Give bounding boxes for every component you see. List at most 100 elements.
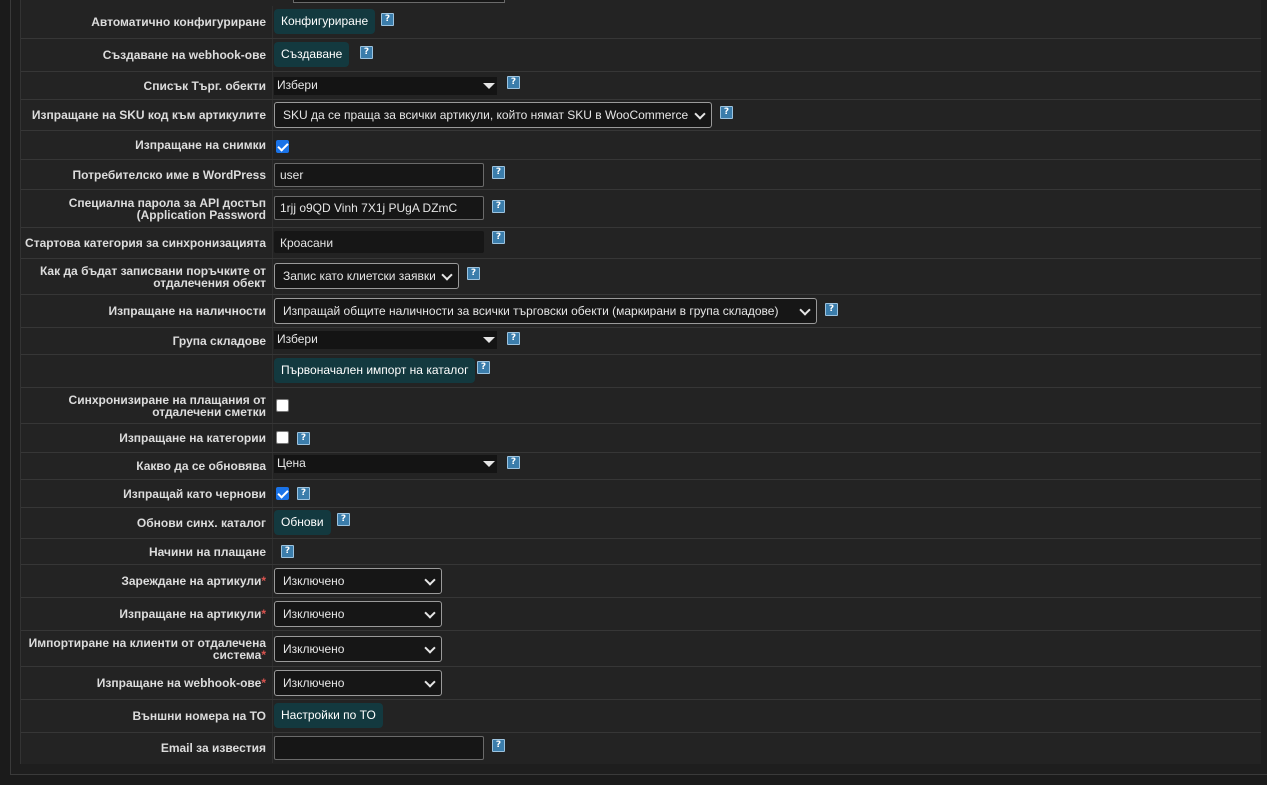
order-record-select[interactable]: Запис като клиетски заявки [274, 263, 459, 289]
chevron-down-icon [424, 642, 436, 654]
send-stock-label: Изпращане на наличности [108, 304, 266, 318]
order-record-label-line2: отдалечения обект [153, 275, 266, 290]
help-icon[interactable]: ? [337, 513, 350, 526]
wp-user-input[interactable]: user [274, 163, 484, 187]
configure-button[interactable]: Конфигуриране [274, 9, 376, 34]
sync-payments-label: Синхронизиране на плащания от отдалечени… [21, 388, 266, 423]
refresh-button[interactable]: Обнови [274, 510, 331, 535]
import-clients-value: Изключено [283, 642, 345, 656]
wp-user-label: Потребителско име в WordPress [72, 167, 266, 182]
import-clients-select[interactable]: Изключено [274, 636, 442, 662]
what-update-select[interactable]: Цена [274, 455, 497, 473]
row-what-update: Какво да се обновява Цена ? [21, 453, 1261, 480]
store-list-select[interactable]: Избери [274, 77, 497, 95]
load-items-label: Зареждане на артикули * [21, 565, 266, 597]
help-icon[interactable]: ? [297, 487, 310, 500]
api-password-label-line1: Специална парола за API достъп [68, 195, 266, 210]
warehouse-group-value: Избери [277, 332, 318, 346]
row-sync-payments: Синхронизиране на плащания от отдалечени… [21, 388, 1261, 424]
row-send-stock: Изпращане на наличности Изпращай общите … [21, 295, 1261, 328]
help-icon[interactable]: ? [281, 545, 294, 558]
start-category-field[interactable]: Кроасани [274, 231, 484, 253]
initial-import-button[interactable]: Първоначален импорт на каталог [274, 358, 476, 383]
row-send-sku: Изпращане на SKU код към артикулите SKU … [21, 100, 1261, 131]
api-password-label: Специална парола за API достъп (Applicat… [21, 190, 266, 227]
dropdown-arrow-icon [483, 83, 495, 89]
help-icon[interactable]: ? [297, 432, 310, 445]
order-record-label-line1: Как да бъдат записвани поръчките от [39, 263, 266, 278]
send-sku-value: SKU да се праща за всички артикули, койт… [283, 108, 689, 122]
load-items-value: Изключено [283, 574, 345, 588]
send-items-label-text: Изпращане на артикули [119, 607, 262, 621]
row-load-items: Зареждане на артикули * Изключено [21, 565, 1261, 598]
help-icon[interactable]: ? [825, 303, 838, 316]
send-webhooks-label-text: Изпращане на webhook-ове [96, 676, 262, 690]
help-icon[interactable]: ? [507, 76, 520, 89]
warehouse-group-select[interactable]: Избери [274, 331, 497, 349]
send-items-label: Изпращане на артикули * [21, 598, 266, 630]
order-record-label: Как да бъдат записвани поръчките от отда… [21, 259, 266, 294]
chevron-down-icon [424, 574, 436, 586]
auto-config-label: Автоматично конфигуриране [91, 15, 266, 29]
row-import-clients: Импортиране на клиенти от отдалечена сис… [21, 631, 1261, 667]
send-images-label: Изпращане на снимки [135, 138, 266, 152]
required-asterisk: * [261, 574, 266, 588]
send-webhooks-value: Изключено [283, 676, 345, 690]
sync-payments-label-line1: Синхронизиране на плащания от [68, 392, 266, 407]
row-payment-methods: Начини на плащане ? [21, 539, 1261, 565]
row-wp-user: Потребителско име в WordPress user ? [21, 160, 1261, 190]
help-icon[interactable]: ? [381, 13, 394, 26]
chevron-down-icon [441, 269, 453, 281]
help-icon[interactable]: ? [507, 332, 520, 345]
settings-form: Автоматично конфигуриране Конфигуриране … [20, 0, 1261, 764]
row-send-draft: Изпращай като чернови ? [21, 480, 1261, 508]
dropdown-arrow-icon [483, 461, 495, 467]
send-draft-checkbox[interactable] [276, 487, 289, 500]
chevron-down-icon [424, 676, 436, 688]
help-icon[interactable]: ? [477, 361, 490, 374]
api-password-label-line2: (Application Password [136, 207, 266, 222]
what-update-value: Цена [277, 456, 306, 470]
help-icon[interactable]: ? [492, 200, 505, 213]
required-asterisk: * [261, 607, 266, 621]
send-images-checkbox[interactable] [276, 140, 289, 153]
row-create-webhooks: Създаване на webhook-ове Създаване ? [21, 39, 1261, 72]
send-items-select[interactable]: Изключено [274, 601, 442, 627]
email-notify-label: Email за известия [160, 741, 266, 755]
send-sku-label: Изпращане на SKU код към артикулите [31, 108, 266, 122]
send-sku-select[interactable]: SKU да се праща за всички артикули, койт… [274, 102, 712, 128]
create-button[interactable]: Създаване [274, 42, 350, 67]
dropdown-arrow-icon [483, 337, 495, 343]
store-settings-button[interactable]: Настройки по ТО [274, 703, 383, 728]
what-update-label: Какво да се обновява [136, 459, 266, 473]
send-stock-select[interactable]: Изпращай общите наличности за всички тър… [274, 298, 817, 324]
help-icon[interactable]: ? [467, 267, 480, 280]
help-icon[interactable]: ? [492, 231, 505, 244]
row-send-categories: Изпращане на категории ? [21, 424, 1261, 453]
help-icon[interactable]: ? [492, 166, 505, 179]
warehouse-group-label: Група складове [172, 334, 266, 348]
row-external-numbers: Външни номера на ТО Настройки по ТО [21, 700, 1261, 733]
start-category-label: Стартова категория за синхронизацията [25, 236, 266, 250]
api-password-input[interactable]: 1rjj o9QD Vinh 7X1j PUgA DZmC [274, 196, 484, 220]
previous-input-partial[interactable] [293, 0, 505, 3]
row-store-list: Списък Търг. обекти Избери ? [21, 72, 1261, 100]
row-start-category: Стартова категория за синхронизацията Кр… [21, 228, 1261, 259]
create-webhooks-label: Създаване на webhook-ове [102, 48, 266, 62]
refresh-catalog-label: Обнови синх. каталог [136, 516, 266, 530]
chevron-down-icon [799, 304, 811, 316]
help-icon[interactable]: ? [507, 456, 520, 469]
send-items-value: Изключено [283, 607, 345, 621]
help-icon[interactable]: ? [492, 739, 505, 752]
send-categories-checkbox[interactable] [276, 431, 289, 444]
row-warehouse-group: Група складове Избери ? [21, 328, 1261, 355]
order-record-value: Запис като клиетски заявки [283, 269, 436, 283]
send-webhooks-label: Изпращане на webhook-ове * [21, 667, 266, 699]
help-icon[interactable]: ? [360, 46, 373, 59]
help-icon[interactable]: ? [720, 106, 733, 119]
sync-payments-checkbox[interactable] [276, 399, 289, 412]
load-items-select[interactable]: Изключено [274, 568, 442, 594]
email-notify-input[interactable] [274, 736, 484, 760]
send-webhooks-select[interactable]: Изключено [274, 670, 442, 696]
row-api-password: Специална парола за API достъп (Applicat… [21, 190, 1261, 228]
